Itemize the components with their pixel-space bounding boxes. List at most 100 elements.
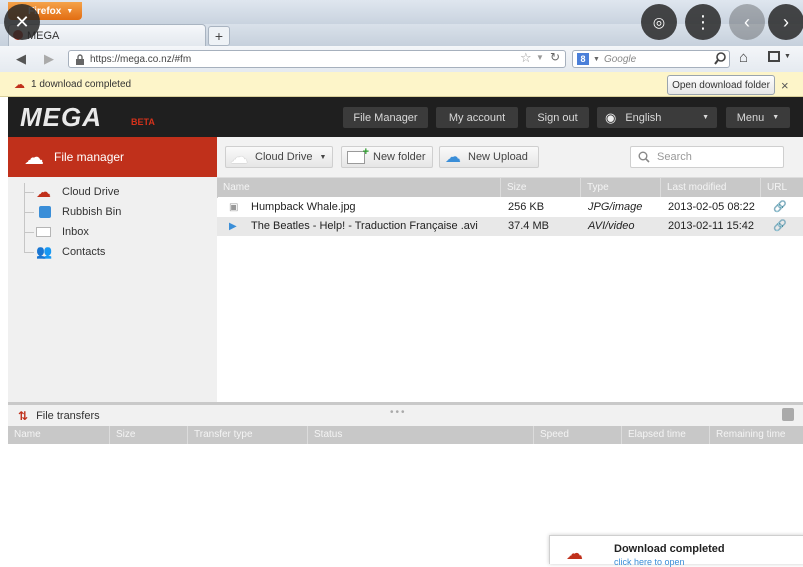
file-list-area[interactable]: [217, 236, 803, 402]
collapse-panel-icon[interactable]: [782, 408, 794, 421]
cloud-drive-dropdown[interactable]: ☁ Cloud Drive ▼: [225, 146, 333, 168]
rubbish-bin-icon: [39, 206, 51, 218]
browser-titlebar: [0, 0, 803, 24]
engine-dropdown-icon: ▼: [593, 55, 600, 63]
bookmarks-icon[interactable]: [768, 51, 780, 62]
transfer-arrows-icon: ⇅: [18, 408, 29, 423]
column-url[interactable]: URL: [761, 178, 803, 197]
file-transfers-title: File transfers: [36, 409, 100, 422]
previous-image-button[interactable]: ‹: [729, 4, 765, 40]
transfers-table-header: Name Size Transfer type Status Speed Ela…: [8, 426, 803, 444]
sign-out-button[interactable]: Sign out: [526, 107, 589, 128]
table-row[interactable]: ▣ Humpback Whale.jpg 256 KB JPG/image 20…: [217, 198, 803, 217]
open-download-folder-label: Open download folder: [672, 79, 770, 91]
close-notification-icon[interactable]: ×: [781, 78, 789, 93]
sign-out-label: Sign out: [537, 111, 578, 124]
popup-title: Download completed: [614, 543, 725, 555]
column-name[interactable]: Name: [217, 178, 501, 197]
globe-icon: ◉: [605, 109, 617, 125]
web-search-input[interactable]: 8 ▼ Google: [572, 50, 730, 68]
tree-line: [24, 212, 34, 213]
new-folder-button[interactable]: + New folder: [341, 146, 433, 168]
bookmark-star-icon[interactable]: ☆: [520, 50, 532, 66]
sidebar-item-rubbish-bin[interactable]: Rubbish Bin: [36, 203, 121, 221]
file-transfers-bar: ⇅ File transfers •••: [8, 405, 803, 427]
home-icon[interactable]: ⌂: [739, 49, 748, 66]
resize-handle-icon[interactable]: •••: [390, 407, 407, 418]
sidebar-item-label: Rubbish Bin: [62, 206, 122, 218]
column-last-modified[interactable]: Last modified: [661, 178, 761, 197]
lens-button[interactable]: ◎: [641, 4, 677, 40]
tree-line: [24, 252, 34, 253]
mega-logo[interactable]: MEGA: [20, 102, 102, 133]
column-size[interactable]: Size: [110, 426, 188, 444]
file-type: JPG/image: [588, 201, 643, 213]
url-bar[interactable]: https://mega.co.nz/#fm: [68, 50, 566, 68]
next-image-button[interactable]: ›: [768, 4, 803, 40]
column-type[interactable]: Type: [581, 178, 661, 197]
bookmarks-dropdown-icon[interactable]: ▼: [784, 53, 791, 60]
file-manager-title: File manager: [54, 150, 125, 164]
column-speed[interactable]: Speed: [534, 426, 622, 444]
link-icon[interactable]: 🔗: [773, 198, 787, 217]
sidebar-item-label: Contacts: [62, 246, 106, 258]
menu-button[interactable]: Menu ▼: [726, 107, 790, 128]
inbox-envelope-icon: [36, 227, 51, 237]
lens-icon: ◎: [652, 13, 666, 30]
reload-icon[interactable]: ↻: [550, 50, 560, 64]
column-size[interactable]: Size: [501, 178, 581, 197]
cloud-download-icon: ☁: [14, 78, 25, 91]
file-name: The Beatles - Help! - Traduction Françai…: [251, 220, 478, 232]
table-row[interactable]: ▶ The Beatles - Help! - Traduction Franç…: [217, 217, 803, 236]
my-account-button[interactable]: My account: [436, 107, 518, 128]
file-manager-button[interactable]: File Manager: [343, 107, 428, 128]
notification-text: 1 download completed: [31, 78, 132, 90]
sidebar-item-inbox[interactable]: Inbox: [36, 223, 89, 241]
my-account-label: My account: [448, 111, 506, 124]
new-tab-button[interactable]: +: [208, 26, 230, 46]
column-transfer-type[interactable]: Transfer type: [188, 426, 308, 444]
google-engine-icon: 8: [577, 53, 589, 65]
new-upload-button[interactable]: ☁ New Upload: [439, 146, 539, 168]
sidebar-item-contacts[interactable]: 👥 Contacts: [36, 243, 105, 261]
link-icon[interactable]: 🔗: [773, 217, 787, 236]
url-history-dropdown-icon[interactable]: ▼: [536, 53, 544, 62]
cloud-download-icon: ☁: [566, 544, 583, 563]
video-file-icon: ▶: [229, 221, 237, 232]
sidebar-item-label: Cloud Drive: [62, 186, 120, 198]
tree-line: [24, 183, 25, 253]
url-text: https://mega.co.nz/#fm: [90, 53, 192, 65]
file-manager-label: File Manager: [353, 111, 418, 124]
more-options-button[interactable]: ⋮: [685, 4, 721, 40]
column-elapsed-time[interactable]: Elapsed time: [622, 426, 710, 444]
chevron-down-icon: ▼: [702, 114, 709, 121]
language-select[interactable]: ◉ English ▼: [597, 107, 717, 128]
tree-line: [24, 192, 34, 193]
file-size: 256 KB: [508, 201, 545, 213]
search-input[interactable]: Search: [630, 146, 784, 168]
search-engine-placeholder: Google: [603, 53, 637, 65]
column-remaining-time[interactable]: Remaining time: [710, 426, 803, 444]
open-download-folder-button[interactable]: Open download folder: [667, 75, 775, 95]
file-size: 37.4 MB: [508, 220, 549, 232]
tree-line: [24, 232, 34, 233]
close-viewer-button[interactable]: ✕: [4, 4, 40, 40]
column-name[interactable]: Name: [8, 426, 110, 444]
forward-arrow-icon[interactable]: ▶: [44, 51, 54, 67]
chevron-down-icon: ▼: [319, 153, 327, 161]
back-arrow-icon[interactable]: ◀: [16, 51, 26, 67]
file-modified: 2013-02-11 15:42: [668, 220, 755, 232]
popup-open-link[interactable]: click here to open: [614, 557, 685, 567]
sidebar-item-cloud-drive[interactable]: ☁ Cloud Drive: [36, 183, 119, 201]
new-tab-label: +: [214, 28, 224, 44]
search-icon[interactable]: [714, 52, 726, 65]
download-completed-popup[interactable]: ☁ Download completed click here to open: [549, 535, 803, 567]
cloud-icon: ☁: [24, 146, 44, 169]
contacts-icon: 👥: [36, 244, 53, 259]
lock-icon: [76, 53, 84, 65]
image-file-icon: ▣: [229, 202, 239, 213]
file-table-header: Name Size Type Last modified URL: [217, 178, 803, 197]
language-label: English: [625, 111, 662, 124]
file-manager-heading: ☁ File manager: [8, 137, 217, 177]
column-status[interactable]: Status: [308, 426, 534, 444]
